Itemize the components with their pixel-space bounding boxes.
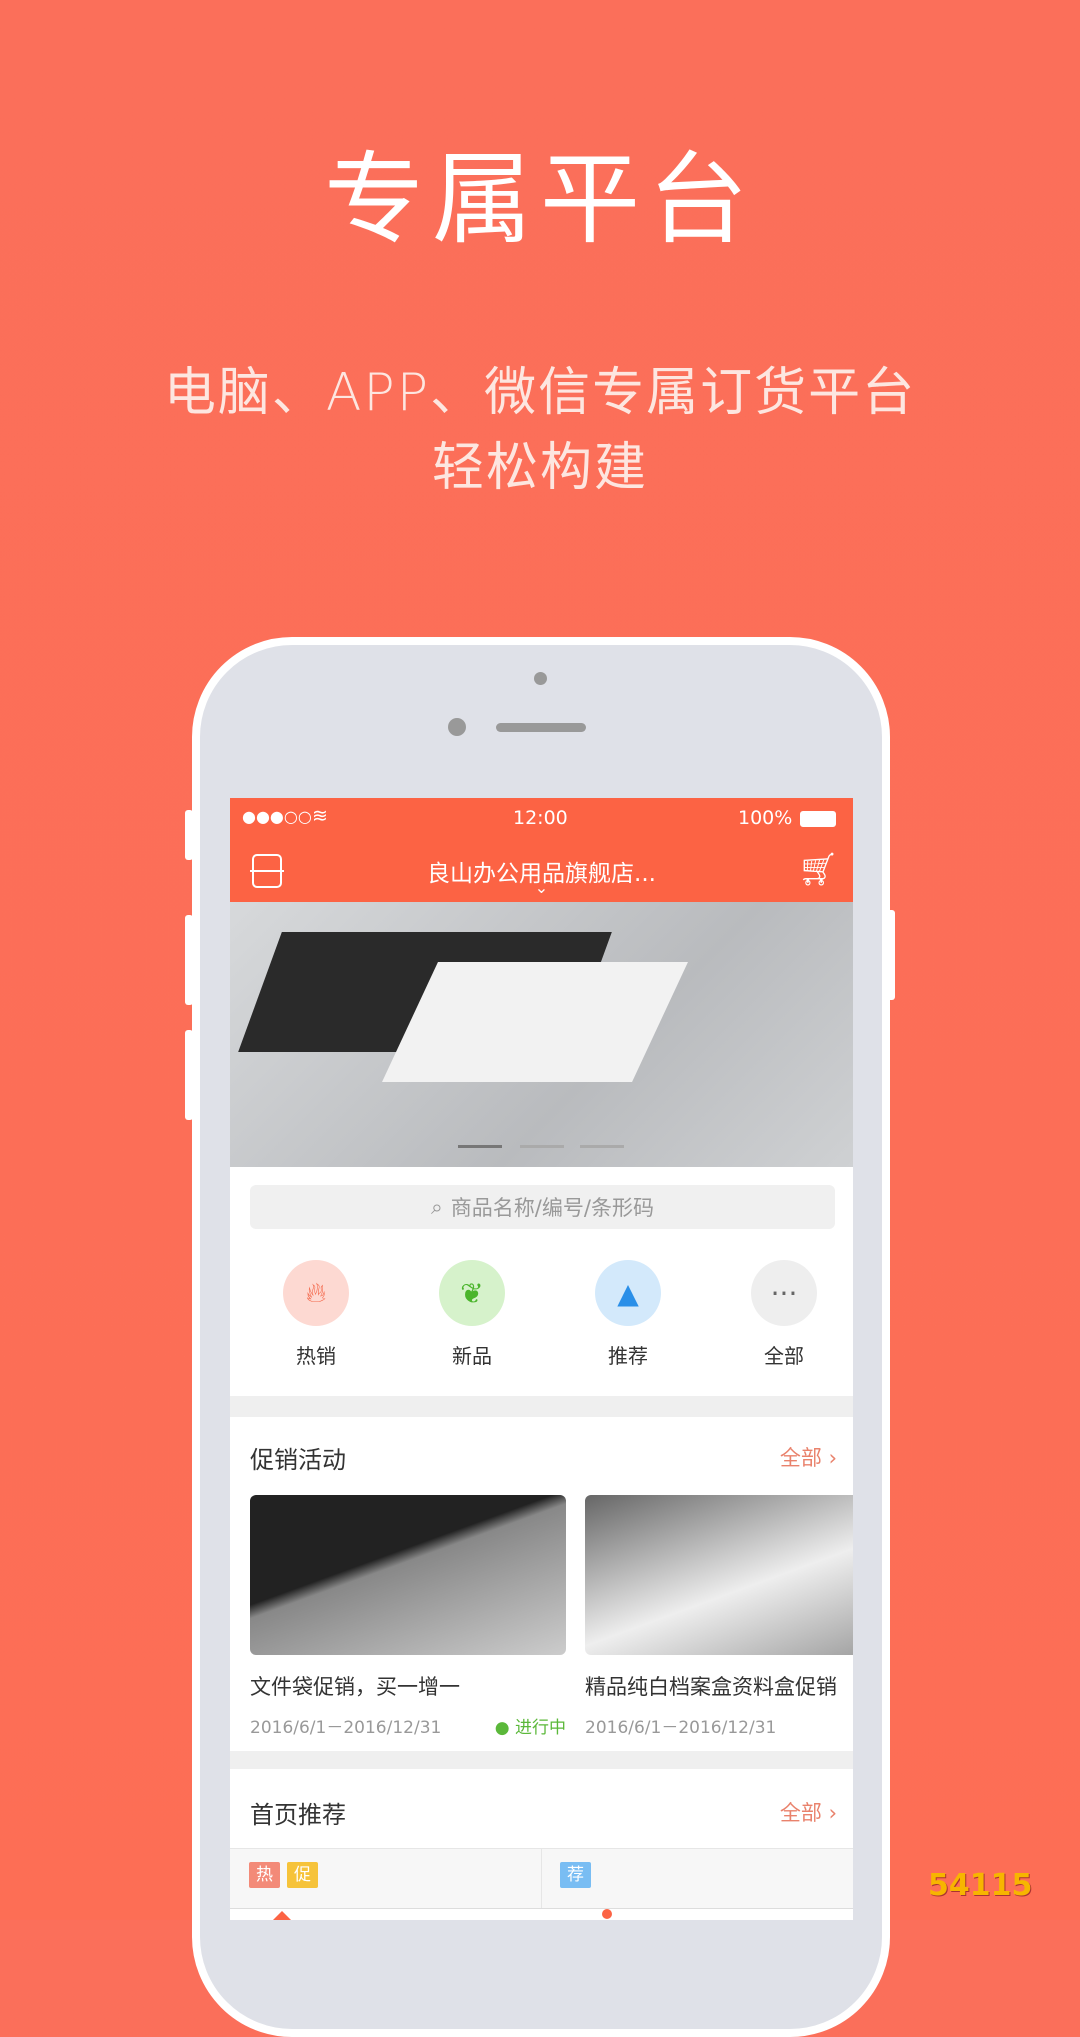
- search-icon: ⌕: [431, 1194, 443, 1219]
- fire-icon: 🔥︎: [283, 1260, 349, 1326]
- category-label: 全部: [764, 1344, 804, 1368]
- search-placeholder: 商品名称/编号/条形码: [450, 1196, 654, 1220]
- category-new[interactable]: ❦ 新品: [402, 1260, 542, 1369]
- promo-title: 文件袋促销，买一增一: [250, 1675, 460, 1699]
- camera-dot: [534, 672, 547, 685]
- promo-date: 2016/6/1－2016/12/31: [250, 1718, 442, 1738]
- carousel-dot[interactable]: [580, 1145, 624, 1148]
- leaf-icon: ❦: [439, 1260, 505, 1326]
- promo-card[interactable]: 文件袋促销，买一增一 2016/6/1－2016/12/31 ● 进行中: [250, 1495, 566, 1738]
- clock: 12:00: [513, 807, 568, 829]
- section-title-promo: 促销活动: [250, 1446, 346, 1474]
- category-all[interactable]: ··· 全部: [714, 1260, 853, 1369]
- power-button: [887, 910, 895, 1000]
- battery-percent: 100%: [738, 807, 793, 829]
- tag-recommend: 荐: [560, 1862, 591, 1888]
- more-icon: ···: [751, 1260, 817, 1326]
- promo-card[interactable]: 精品纯白档案盒资料盒促销 2016/6/1－2016/12/31● 未: [585, 1495, 853, 1738]
- chevron-down-icon[interactable]: ⌄: [230, 878, 853, 897]
- home-tab-icon[interactable]: [272, 1911, 292, 1920]
- divider: [230, 1751, 853, 1769]
- wifi-icon: ≋: [312, 805, 328, 827]
- promo-image: [250, 1495, 566, 1655]
- mountain-icon: ▲: [595, 1260, 661, 1326]
- promo-status: ● 进行中: [494, 1718, 566, 1738]
- promo-title: 精品纯白档案盒资料盒促销: [585, 1675, 837, 1699]
- category-recommend[interactable]: ▲ 推荐: [558, 1260, 698, 1369]
- app-screen: ●●●○○ ≋ 12:00 100% 良山办公用品旗舰店... ⌄ 🛒︎ ⌕ 商品…: [230, 798, 853, 1920]
- watermark-logo: 54115: [928, 1868, 1033, 1903]
- carousel-dot[interactable]: [520, 1145, 564, 1148]
- category-label: 推荐: [608, 1344, 648, 1368]
- front-camera: [448, 718, 466, 736]
- category-hot[interactable]: 🔥︎ 热销: [246, 1260, 386, 1369]
- promo-view-all[interactable]: 全部 ›: [780, 1442, 837, 1472]
- nav-bar: 良山办公用品旗舰店... ⌄ 🛒︎: [230, 840, 853, 902]
- battery-icon: [800, 811, 836, 827]
- carousel-dot-active[interactable]: [458, 1145, 502, 1148]
- tag-promo: 促: [287, 1862, 318, 1888]
- volume-down: [185, 1030, 193, 1120]
- promo-image: [585, 1495, 853, 1655]
- divider: [230, 1396, 853, 1417]
- category-label: 热销: [296, 1344, 336, 1368]
- notification-badge: [602, 1909, 612, 1919]
- cart-icon[interactable]: 🛒︎: [798, 850, 839, 888]
- promo-date: 2016/6/1－2016/12/31: [585, 1718, 777, 1738]
- recommend-view-all[interactable]: 全部 ›: [780, 1797, 837, 1827]
- subline-2: 轻松构建: [431, 438, 648, 498]
- recommend-row: [230, 1848, 853, 1909]
- tab-bar: [230, 1908, 853, 1920]
- mute-switch: [185, 810, 193, 860]
- headline: 专属平台: [324, 141, 756, 258]
- tag-hot: 热: [249, 1862, 280, 1888]
- speaker: [496, 723, 586, 732]
- volume-up: [185, 915, 193, 1005]
- subline-1: 电脑、APP、微信专属订货平台: [163, 363, 917, 423]
- category-label: 新品: [452, 1344, 492, 1368]
- search-input[interactable]: ⌕ 商品名称/编号/条形码: [250, 1185, 835, 1229]
- banner-carousel[interactable]: [230, 902, 853, 1167]
- status-bar: ●●●○○ ≋ 12:00 100%: [230, 798, 853, 840]
- section-title-recommend: 首页推荐: [250, 1801, 346, 1829]
- signal-icon: ●●●○○: [242, 807, 312, 826]
